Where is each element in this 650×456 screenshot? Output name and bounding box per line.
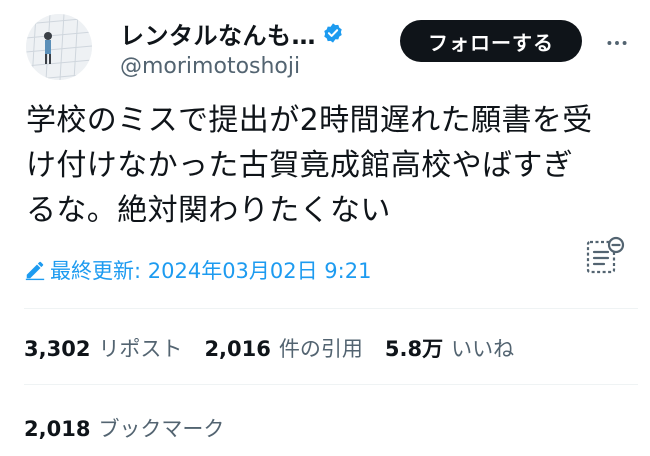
divider <box>24 384 638 385</box>
bookmarks-count: 2,018 <box>24 417 91 441</box>
bookmarks-stat-inner: 2,018 ブックマーク <box>24 413 224 443</box>
more-dots-icon[interactable] <box>604 30 630 56</box>
bookmarks-label: ブックマーク <box>98 417 225 441</box>
avatar-image <box>26 14 92 80</box>
divider <box>24 308 638 309</box>
reposts-label: リポスト <box>98 337 183 361</box>
bookmarks-stat[interactable]: 2,018 ブックマーク <box>24 410 246 446</box>
quotes-stat[interactable]: 2,016 件の引用 <box>204 333 362 363</box>
quotes-label: 件の引用 <box>278 337 363 361</box>
edited-indicator[interactable]: 最終更新: 2024年03月02日 9:21 <box>24 255 371 285</box>
display-name[interactable]: レンタルなんも… <box>120 16 316 51</box>
likes-count: 5.8万 <box>384 337 444 361</box>
reposts-count: 3,302 <box>24 337 91 361</box>
author-names: レンタルなんも… @morimotoshoji <box>120 18 400 79</box>
verified-badge-icon[interactable] <box>322 22 344 44</box>
reposts-stat[interactable]: 3,302 リポスト <box>24 333 182 363</box>
engagement-stats: 3,302 リポスト 2,016 件の引用 5.8万 いいね <box>24 330 536 366</box>
follow-button[interactable]: フォローする <box>400 20 582 62</box>
tweet-text: 学校のミスで提出が2時間遅れた願書を受 け付けなかった古賀竟成館高校やばすぎ る… <box>26 103 593 228</box>
community-note-icon[interactable] <box>584 236 628 280</box>
tweet-header: レンタルなんも… @morimotoshoji フォローする <box>26 14 627 80</box>
quotes-count: 2,016 <box>204 337 271 361</box>
likes-label: いいね <box>451 337 515 361</box>
pencil-icon <box>25 261 45 281</box>
author-handle[interactable]: @morimotoshoji <box>120 54 400 79</box>
likes-stat[interactable]: 5.8万 いいね <box>385 333 514 363</box>
tweet-detail: レンタルなんも… @morimotoshoji フォローする 学校のミスで提出が… <box>0 0 650 456</box>
display-name-row: レンタルなんも… <box>120 16 400 51</box>
edited-label: 最終更新: 2024年03月02日 9:21 <box>50 259 372 283</box>
avatar[interactable] <box>26 14 92 80</box>
